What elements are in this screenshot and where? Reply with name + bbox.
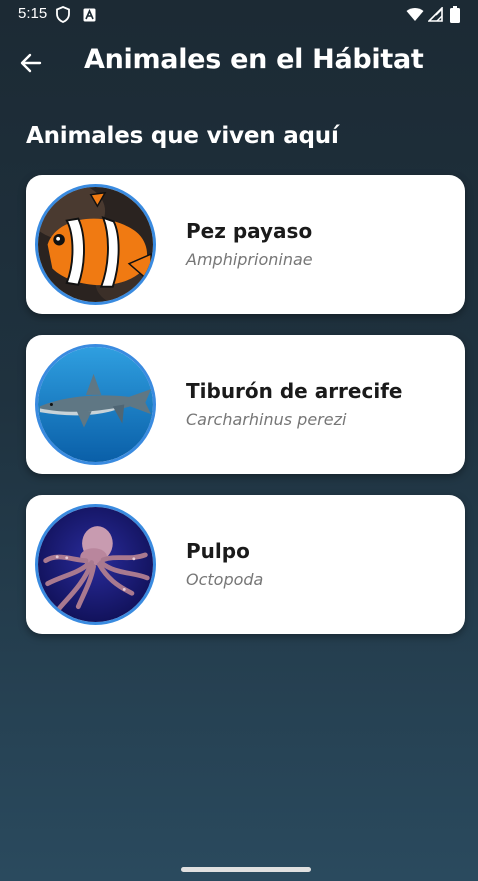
clownfish-photo [35,184,156,305]
octopus-photo [35,504,156,625]
wifi-icon [406,7,424,26]
animal-scientific-name: Octopoda [186,570,264,589]
animal-card-pulpo[interactable]: Pulpo Octopoda [26,495,465,634]
animal-card-tiburon-de-arrecife[interactable]: Tiburón de arrecife Carcharhinus perezi [26,335,465,474]
section-title: Animales que viven aquí [26,123,339,149]
a-notification-icon [83,7,96,26]
animal-name: Pez payaso [186,219,313,243]
status-time: 5:15 [18,5,48,22]
animal-card-pez-payaso[interactable]: Pez payaso Amphiprioninae [26,175,465,314]
battery-icon [450,6,460,27]
arrow-left-icon [14,53,48,84]
signal-icon [427,6,443,26]
app-bar: Animales en el Hábitat [0,30,478,94]
animal-scientific-name: Amphiprioninae [186,250,313,269]
animal-scientific-name: Carcharhinus perezi [186,410,347,429]
back-button[interactable] [14,46,48,80]
animal-name: Pulpo [186,539,250,563]
reef-shark-photo [35,344,156,465]
status-bar: 5:15 [0,0,478,30]
page-title: Animales en el Hábitat [84,44,424,75]
shield-icon [56,6,70,27]
home-indicator[interactable] [181,867,311,872]
animal-name: Tiburón de arrecife [186,379,403,403]
